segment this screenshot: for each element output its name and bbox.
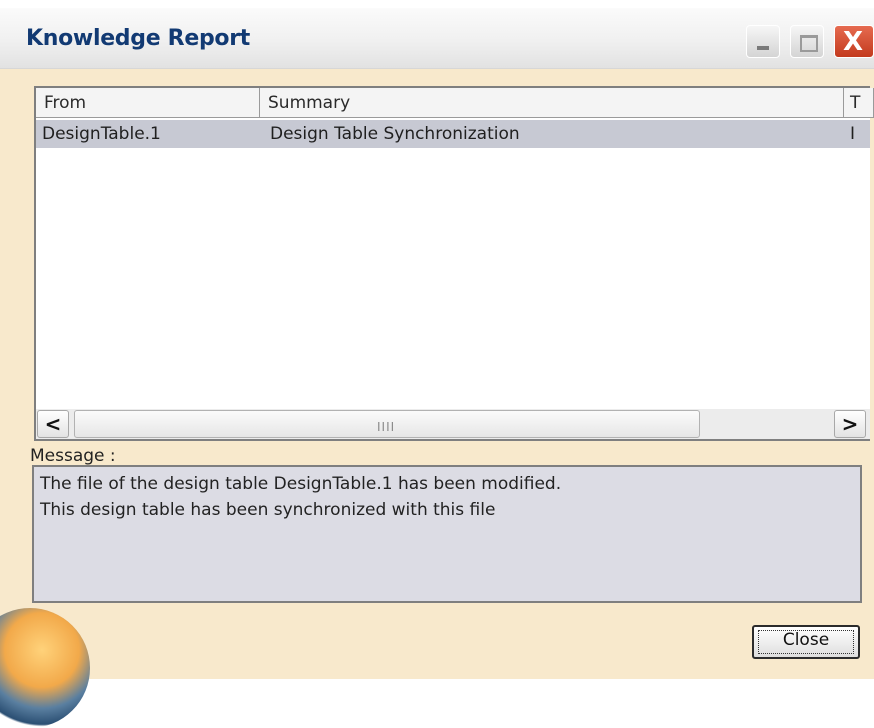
column-header-summary[interactable]: Summary xyxy=(260,88,844,118)
close-button[interactable]: Close xyxy=(752,625,860,659)
list-header: From Summary T xyxy=(36,88,874,118)
title-bar[interactable]: Knowledge Report X xyxy=(0,8,874,69)
message-box[interactable]: The file of the design table DesignTable… xyxy=(32,465,862,603)
window-title: Knowledge Report xyxy=(26,26,250,51)
column-header-from[interactable]: From xyxy=(36,88,260,118)
close-icon: X xyxy=(843,27,864,57)
chevron-left-icon: < xyxy=(44,412,62,436)
close-button-label: Close xyxy=(782,630,830,650)
chevron-right-icon: > xyxy=(841,412,859,436)
grip-icon: IIII xyxy=(377,420,396,434)
message-line: This design table has been synchronized … xyxy=(40,500,496,520)
scroll-left-button[interactable]: < xyxy=(37,410,69,438)
scroll-thumb[interactable]: IIII xyxy=(74,410,700,438)
maximize-icon xyxy=(800,35,818,52)
app-logo xyxy=(0,608,90,728)
table-row[interactable]: DesignTable.1 Design Table Synchronizati… xyxy=(36,120,870,148)
column-header-extra[interactable]: T xyxy=(844,88,874,118)
horizontal-scrollbar[interactable]: < IIII > xyxy=(36,409,870,439)
knowledge-report-window: Knowledge Report X From Summary T Design… xyxy=(0,8,874,728)
minimize-icon xyxy=(757,46,769,50)
cell-from: DesignTable.1 xyxy=(42,124,161,144)
cell-summary: Design Table Synchronization xyxy=(270,124,520,144)
close-window-button[interactable]: X xyxy=(834,25,874,58)
report-list[interactable]: From Summary T DesignTable.1 Design Tabl… xyxy=(34,86,874,441)
scroll-right-button[interactable]: > xyxy=(834,410,866,438)
cell-extra: I xyxy=(850,124,856,144)
message-line: The file of the design table DesignTable… xyxy=(40,474,562,494)
minimize-button[interactable] xyxy=(746,25,780,58)
maximize-button[interactable] xyxy=(790,25,824,58)
message-label: Message : xyxy=(30,446,116,466)
